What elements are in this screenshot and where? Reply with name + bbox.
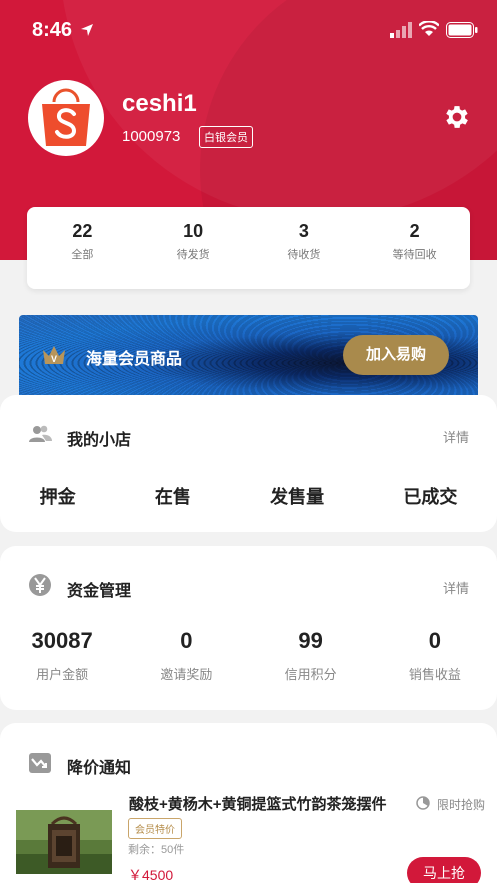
order-label: 等待回收 [392,249,437,261]
order-count: 10 [183,221,204,241]
product-image[interactable] [16,810,112,874]
member-level-badge: 白银会员 [199,126,253,148]
shop-items: 押金 在售 发售量 已成交 [0,483,497,509]
trend-down-icon [29,753,51,773]
settings-gear-icon[interactable] [442,102,472,132]
funds-card: 资金管理 详情 30087 用户金额 0 邀请奖励 99 信用积分 0 销售收益 [0,546,497,710]
status-bar: 8:46 [0,0,497,60]
order-label: 全部 [71,249,94,261]
svg-text:V: V [51,354,57,364]
member-goods-banner[interactable]: V 海量会员商品 加入易购 [19,315,478,395]
fund-label: 用户金额 [36,667,89,682]
shopping-bag-logo-icon [42,88,90,146]
funds-details-link[interactable]: 详情 [443,578,469,597]
username: ceshi1 [122,90,197,117]
shop-item-completed[interactable]: 已成交 [403,483,457,509]
battery-icon [446,22,478,38]
fund-label: 销售收益 [408,667,461,682]
order-count: 3 [298,221,309,241]
crown-icon: V [43,346,65,364]
flash-sale-label: 限时抢购 [437,798,486,812]
fund-label: 信用积分 [284,667,337,682]
shop-details-link[interactable]: 详情 [443,427,469,446]
member-price-tag: 会员特价 [128,818,182,839]
order-count: 2 [409,221,420,241]
price-alert-card: 降价通知 酸枝+黄杨木+黄铜提篮式竹韵茶笼摆件 限时抢购 会员特价 剩余：50件… [0,723,497,883]
fund-invite-reward[interactable]: 0 邀请奖励 [124,628,248,683]
fund-credit-points[interactable]: 99 信用积分 [249,628,373,683]
price-alert-title: 降价通知 [67,760,132,777]
status-time: 8:46 [32,19,73,41]
order-count: 22 [72,221,93,241]
funds-items: 30087 用户金额 0 邀请奖励 99 信用积分 0 销售收益 [0,628,497,683]
tea-basket-photo [16,810,112,874]
avatar[interactable] [28,80,104,156]
order-stats-card: 22 全部 10 待发货 3 待收货 2 等待回收 [27,207,470,289]
shop-title: 我的小店 [67,432,132,449]
shop-item-on-sale[interactable]: 在售 [155,483,191,509]
order-label: 待收货 [287,249,321,261]
banner-text: 海量会员商品 [86,351,183,368]
users-icon [29,425,52,442]
clock-icon [416,796,430,810]
fund-value: 0 [428,628,441,653]
location-arrow-icon [81,24,93,36]
product-name[interactable]: 酸枝+黄杨木+黄铜提篮式竹韵茶笼摆件 [129,793,399,814]
fund-user-balance[interactable]: 30087 用户金额 [0,628,124,683]
shop-item-deposit[interactable]: 押金 [40,483,76,509]
buy-now-button[interactable]: 马上抢 [407,857,481,883]
order-stat-all[interactable]: 22 全部 [27,207,138,289]
fund-value: 99 [298,628,323,653]
shop-item-sales-volume[interactable]: 发售量 [270,483,324,509]
product-price: ￥4500 [128,867,174,883]
order-stat-to-ship[interactable]: 10 待发货 [138,207,249,289]
fund-sales-revenue[interactable]: 0 销售收益 [373,628,497,683]
join-button[interactable]: 加入易购 [343,335,449,375]
order-stat-recycle[interactable]: 2 等待回收 [359,207,470,289]
yen-icon [29,574,51,596]
signal-icon [390,22,412,38]
fund-label: 邀请奖励 [160,667,213,682]
fund-value: 30087 [31,628,93,653]
user-id: 1000973 [122,128,181,145]
my-shop-card: 我的小店 详情 押金 在售 发售量 已成交 [0,395,497,532]
funds-title: 资金管理 [67,583,132,600]
order-label: 待发货 [176,249,210,261]
order-stat-to-receive[interactable]: 3 待收货 [249,207,360,289]
wifi-icon [419,21,439,36]
remaining-stock: 剩余：50件 [128,844,185,856]
fund-value: 0 [180,628,193,653]
